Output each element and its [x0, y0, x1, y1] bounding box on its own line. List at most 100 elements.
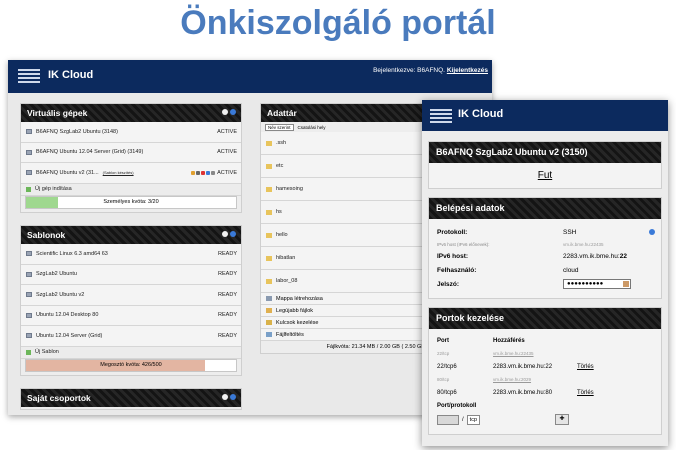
collapse-icon[interactable]	[222, 394, 228, 400]
vm-row[interactable]: B6AFNQ Ubuntu v2 (31... (Sablon készítés)…	[21, 163, 241, 184]
logout-link[interactable]: Kijelentkezés	[447, 67, 488, 74]
new-vm-button[interactable]: Új gép indítása	[21, 183, 241, 196]
port-row: 22/tcp vm.ik.bme.hu:22435	[429, 347, 661, 360]
sort-select[interactable]: Név szerint	[265, 123, 294, 131]
add-port-button[interactable]: ✚	[555, 414, 570, 425]
info-icon[interactable]	[230, 231, 236, 237]
machine-icon	[26, 170, 32, 176]
template-name: SzgLab2 Ubuntu	[36, 271, 77, 278]
storage-action[interactable]: Kulcsok kezelése	[261, 317, 429, 329]
folder-name: labor_08	[276, 278, 298, 284]
protocol-label: Protokoll:	[437, 228, 468, 236]
ipv6-host-row: IPv6 host: 2283.vm.ik.bme.hu:22	[429, 249, 661, 263]
vm-action-icon[interactable]	[211, 170, 215, 175]
template-name: SzgLab2 Ubuntu v2	[36, 291, 85, 298]
app-name: IK Cloud	[48, 69, 94, 81]
protocol-row: Protokoll: SSH	[429, 225, 661, 239]
folder-row[interactable]: hello	[261, 224, 429, 247]
template-row[interactable]: Ubuntu 12.04 Desktop 80 READY	[21, 305, 241, 326]
templates-panel: Sablonok Scientific Linux 6.3 amd64 63 RE…	[20, 225, 242, 376]
vm-status: ACTIVE	[217, 128, 237, 135]
storage-panel: Adattár Név szerint Csatolási hely .ssh e…	[260, 103, 430, 354]
vm-status: ACTIVE	[217, 149, 237, 156]
delete-port-link[interactable]: Törlés	[577, 364, 594, 370]
port-row: 80/tcp vm.ik.bme.hu:2029	[429, 373, 661, 386]
folder-row[interactable]: .ssh	[261, 132, 429, 155]
info-icon[interactable]	[230, 394, 236, 400]
info-icon[interactable]	[230, 109, 236, 115]
slide-title: Önkiszolgáló portál	[180, 4, 496, 42]
ipv6-host-value: 2283.vm.ik.bme.hu:	[563, 252, 620, 260]
folder-icon	[266, 140, 272, 146]
storage-actions: Mappa létrehozása Legújabb fájlok Kulcsok …	[261, 293, 429, 341]
password-field[interactable]: ●●●●●●●●●●	[563, 279, 631, 289]
port-column-header: Port	[437, 337, 449, 344]
port-value: 22/tcp	[437, 351, 450, 356]
vm-row[interactable]: B6AFNQ SzgLab2 Ubuntu (3148) ACTIVE	[21, 122, 241, 143]
vm-name: B6AFNQ Ubuntu 12.04 Server (Grid) (3149)	[36, 149, 144, 156]
user-label: Felhasználó:	[437, 266, 477, 274]
password-row: Jelszó: ●●●●●●●●●●	[429, 277, 661, 291]
groups-panel-title: Saját csoportok	[27, 393, 91, 403]
password-reveal-icon[interactable]	[623, 281, 629, 287]
template-name: Ubuntu 12.04 Desktop 80	[36, 312, 99, 319]
vm-action-icon[interactable]	[196, 170, 200, 175]
vm-state-link[interactable]: Fut	[429, 163, 661, 188]
ipv6-host-port: 22	[619, 252, 627, 260]
storage-action[interactable]: Fájlfeltöltés	[261, 329, 429, 341]
logo-icon	[430, 109, 452, 123]
template-row[interactable]: Ubuntu 12.04 Server (Grid) READY	[21, 326, 241, 347]
folder-row[interactable]: hamesoing	[261, 178, 429, 201]
folder-icon	[266, 278, 272, 284]
upload-icon	[266, 332, 272, 337]
vms-panel: Virtuális gépek B6AFNQ SzgLab2 Ubuntu (3…	[20, 103, 242, 213]
template-name: Scientific Linux 6.3 amd64 63	[36, 250, 108, 257]
vm-action-icon[interactable]	[201, 170, 205, 175]
template-status: READY	[218, 312, 237, 319]
storage-action[interactable]: Legújabb fájlok	[261, 305, 429, 317]
folder-name: .ssh	[276, 140, 287, 146]
protocol-select[interactable]: tcp	[466, 414, 481, 425]
storage-action-label: Fájlfeltöltés	[276, 331, 304, 338]
ports-header-row: Port Hozzáférés	[429, 334, 661, 347]
folder-row[interactable]: etc	[261, 155, 429, 178]
collapse-icon[interactable]	[222, 109, 228, 115]
password-value: ●●●●●●●●●●	[567, 281, 604, 287]
ports-list: 22/tcp vm.ik.bme.hu:22435 22/tcp6 2283.vm.i…	[429, 347, 661, 399]
login-panel: Belépési adatok Protokoll: SSH IPv6 host…	[428, 197, 662, 299]
folder-row[interactable]: hibatlan	[261, 247, 429, 270]
delete-port-link[interactable]: Törlés	[577, 390, 594, 396]
collapse-icon[interactable]	[222, 231, 228, 237]
key-icon	[266, 320, 272, 325]
user-row: Felhasználó: cloud	[429, 263, 661, 277]
folder-icon	[266, 232, 272, 238]
vm-extra[interactable]: (Sablon készítés)	[103, 170, 134, 175]
folder-row[interactable]: labor_08	[261, 270, 429, 293]
logo-icon	[18, 69, 40, 83]
port-input[interactable]	[437, 414, 459, 425]
app-name: IK Cloud	[458, 108, 504, 120]
new-folder-icon	[266, 296, 272, 301]
folder-icon	[266, 255, 272, 261]
folder-row[interactable]: hs	[261, 201, 429, 224]
vm-actions	[191, 170, 215, 175]
machine-icon	[26, 149, 32, 155]
personal-quota-bar: Személyes kvóta: 3/20	[25, 195, 237, 209]
recent-files-icon	[266, 308, 272, 313]
template-row[interactable]: SzgLab2 Ubuntu READY	[21, 264, 241, 285]
storage-action[interactable]: Mappa létrehozása	[261, 293, 429, 305]
folder-icon	[266, 186, 272, 192]
vm-row[interactable]: B6AFNQ Ubuntu 12.04 Server (Grid) (3149)…	[21, 142, 241, 163]
port-row: 22/tcp6 2283.vm.ik.bme.hu:22 Törlés	[429, 360, 661, 373]
machine-icon	[26, 129, 32, 135]
templates-panel-title: Sablonok	[27, 230, 66, 240]
vm-action-icon[interactable]	[191, 170, 195, 175]
template-status: READY	[218, 332, 237, 339]
template-row[interactable]: Scientific Linux 6.3 amd64 63 READY	[21, 244, 241, 265]
info-icon[interactable]	[649, 229, 655, 235]
protocol-value: SSH	[563, 228, 577, 236]
vm-action-icon[interactable]	[206, 170, 210, 175]
new-template-button[interactable]: Új Sablon	[21, 346, 241, 359]
vms-panel-title: Virtuális gépek	[27, 108, 88, 118]
template-row[interactable]: SzgLab2 Ubuntu v2 READY	[21, 285, 241, 306]
